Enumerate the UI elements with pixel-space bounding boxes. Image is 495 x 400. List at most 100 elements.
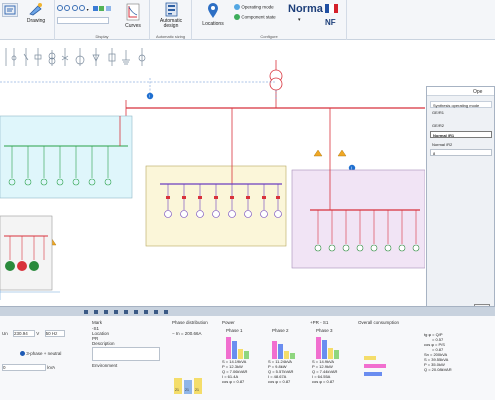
color-swatch-icon[interactable] bbox=[93, 6, 98, 11]
locations-button[interactable]: Locations bbox=[200, 3, 226, 27]
single-line-diagram[interactable]: i i bbox=[0, 40, 425, 305]
zoom-in-icon[interactable] bbox=[57, 5, 63, 11]
pr-title: +PR - S1 bbox=[310, 320, 329, 325]
radio-selected-icon[interactable] bbox=[20, 351, 25, 357]
bar-i bbox=[290, 353, 295, 359]
curves-icon bbox=[126, 3, 140, 21]
phase1-label: Phase 1 bbox=[226, 328, 243, 333]
bar-s bbox=[272, 341, 277, 359]
nf-label: NF bbox=[325, 18, 336, 27]
locations-label: Locations bbox=[202, 21, 224, 27]
bottom-panel-tabs bbox=[0, 306, 495, 316]
operating-mode-item-ge-r1[interactable]: GE/R1 bbox=[430, 109, 492, 116]
overall-label: Overall consumption bbox=[358, 320, 400, 325]
drawing-button[interactable]: Drawing bbox=[22, 2, 50, 24]
bar-s bbox=[226, 337, 231, 359]
phase3-cos: cos φ = 0.87 bbox=[312, 379, 335, 384]
color-swatches bbox=[93, 6, 111, 13]
app-menu-icon[interactable] bbox=[2, 3, 18, 17]
operating-mode-item-normal-r1[interactable]: Normal /R1 bbox=[430, 131, 492, 138]
automatic-design-button[interactable]: Automatic design bbox=[154, 2, 188, 29]
phase-option-label: 3-phase + neutral bbox=[26, 351, 62, 356]
zoom-tools: ▾ bbox=[57, 5, 89, 13]
norma-chevron-icon[interactable]: ▾ bbox=[298, 17, 301, 23]
warning-icon[interactable] bbox=[337, 149, 347, 157]
voltage-unit: V bbox=[36, 331, 40, 336]
phase1-cos: cos φ = 0.87 bbox=[222, 379, 245, 384]
distribution-board-left[interactable] bbox=[0, 115, 133, 199]
dialog-header-row: Synthesis operating mode bbox=[430, 101, 492, 108]
power-input[interactable]: 0 bbox=[2, 364, 46, 372]
phase-distribution-bars: 21 21 21 bbox=[172, 372, 212, 394]
main-supply[interactable] bbox=[125, 60, 425, 116]
voltage-input[interactable]: 230.94 bbox=[13, 330, 36, 337]
environment-label: Environment bbox=[92, 363, 118, 368]
bar-q bbox=[238, 349, 243, 359]
phase1-bars bbox=[222, 335, 264, 359]
voltage-label: Un bbox=[2, 331, 8, 336]
zoom-window-icon[interactable] bbox=[79, 5, 86, 11]
phase2-bars bbox=[268, 335, 310, 359]
phase-bar-label: 21 bbox=[185, 388, 189, 392]
phase-bar-label: 21 bbox=[195, 388, 199, 392]
properties-panel: Un 230.94 V 50 Hz 3-phase + neutral 0 kV… bbox=[0, 316, 495, 400]
operating-mode-button[interactable]: Operating mode bbox=[234, 4, 280, 10]
voltage-row: Un 230.94 V 50 Hz bbox=[2, 330, 86, 337]
zoom-out-icon[interactable] bbox=[64, 5, 71, 11]
overall-consumption: Overall consumption tg φ = Q/P = 0.57 co… bbox=[358, 320, 493, 376]
frequency-select[interactable]: 50 Hz bbox=[44, 330, 65, 337]
phase3-block: Phase 3 S = 14.9kVA P = 12.9kW Q = 7.44k… bbox=[312, 328, 354, 384]
zoom-fit-icon[interactable] bbox=[71, 5, 78, 11]
overall-bars bbox=[362, 340, 412, 380]
warning-icon[interactable] bbox=[313, 149, 323, 157]
phase-distribution-value: − In = 200.66A bbox=[172, 331, 202, 336]
drawing-icon bbox=[29, 3, 42, 16]
phase2-label: Phase 2 bbox=[272, 328, 289, 333]
overall-q: Q = 20.08kVAR bbox=[424, 367, 452, 372]
phase-distribution: Phase distribution − In = 200.66A 21 21 … bbox=[172, 320, 218, 394]
bar-p bbox=[232, 341, 237, 359]
color-swatch-icon[interactable] bbox=[105, 6, 111, 11]
bar-s bbox=[364, 364, 386, 368]
ribbon-group-automatic-sizing: Automatic design Automatic sizing bbox=[150, 0, 192, 40]
bar-i bbox=[334, 350, 339, 359]
bar-s bbox=[316, 337, 321, 359]
phase3-label: Phase 3 bbox=[316, 328, 333, 333]
operating-mode-dialog[interactable]: Ope Synthesis operating mode GE/R1 GE/R2… bbox=[426, 86, 495, 318]
color-swatch-icon[interactable] bbox=[99, 6, 105, 11]
info-icon[interactable] bbox=[146, 92, 154, 100]
display-scale-field[interactable] bbox=[57, 17, 109, 24]
curves-button[interactable]: Curves bbox=[121, 3, 145, 29]
group-label-display: Display bbox=[95, 34, 109, 39]
ribbon-group-configure: Locations Operating mode Component state… bbox=[192, 0, 347, 40]
power-row: 0 kVA bbox=[2, 364, 86, 372]
bar-p bbox=[364, 372, 382, 376]
component-state-button[interactable]: Component state bbox=[234, 14, 280, 20]
distribution-board-right[interactable] bbox=[291, 108, 425, 269]
operating-mode-item-ge-r2[interactable]: GE/R2 bbox=[430, 122, 492, 129]
french-flag-icon[interactable] bbox=[325, 4, 338, 13]
dropdown-chevron-icon[interactable]: ▾ bbox=[87, 7, 89, 12]
overall-values: tg φ = Q/P = 0.57 cos φ = P/S = 0.87 Sn … bbox=[424, 332, 490, 372]
automatic-design-icon bbox=[165, 2, 177, 17]
phase2-block: Phase 2 S = 11.24kVA P = 9.8kW Q = 5.57k… bbox=[268, 328, 310, 384]
drawing-label: Drawing bbox=[26, 18, 46, 24]
distribution-board-center[interactable] bbox=[145, 108, 287, 247]
component-palette[interactable] bbox=[5, 48, 146, 66]
bar-q bbox=[284, 351, 289, 359]
power-section: Power bbox=[222, 320, 358, 325]
norma-button[interactable]: Norma bbox=[288, 3, 323, 15]
svg-text:i: i bbox=[149, 94, 150, 99]
component-state-label: Component state bbox=[241, 14, 276, 20]
component-state-icon bbox=[234, 14, 240, 20]
distribution-board-bottom-left[interactable] bbox=[0, 215, 53, 291]
operating-mode-input[interactable]: 8 bbox=[430, 149, 492, 156]
operating-mode-item-normal-r2[interactable]: Normal /R2 bbox=[430, 141, 492, 148]
group-label-configure: Configure bbox=[260, 34, 278, 39]
curves-label: Curves bbox=[125, 23, 141, 29]
bar-q bbox=[364, 356, 376, 360]
description-field[interactable] bbox=[92, 347, 160, 361]
phase-row[interactable]: 3-phase + neutral bbox=[20, 351, 86, 357]
supply-settings: Un 230.94 V 50 Hz 3-phase + neutral 0 kV… bbox=[2, 320, 86, 372]
ribbon-group-drawing: Drawing bbox=[0, 0, 55, 40]
